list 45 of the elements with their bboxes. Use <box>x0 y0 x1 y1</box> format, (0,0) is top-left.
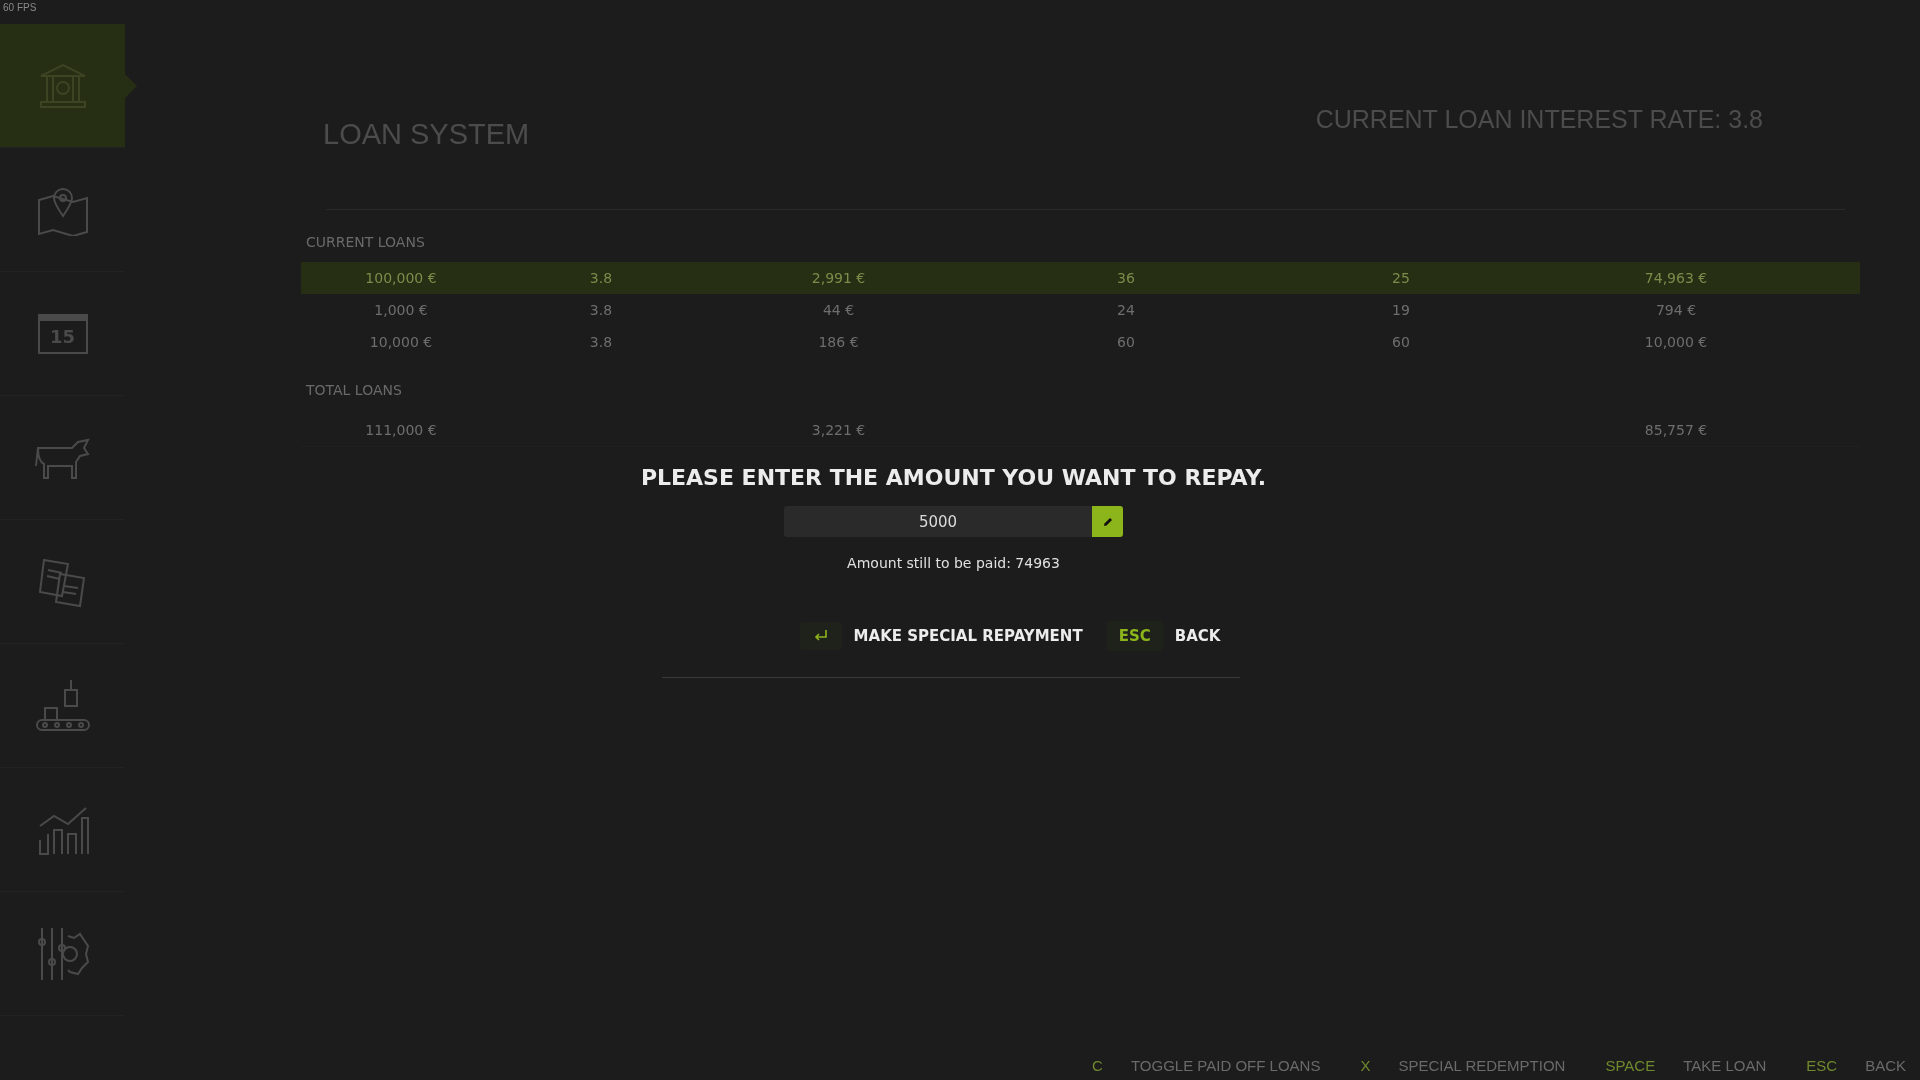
section-title: TOTAL LOANS <box>306 382 402 398</box>
dialog-action-button[interactable]: MAKE SPECIAL REPAYMENT <box>853 623 1083 649</box>
footer-action-button[interactable]: SPECIAL REDEMPTION <box>1398 1057 1566 1074</box>
table-cell: 794 € <box>1655 302 1697 318</box>
table-cell: 3.8 <box>589 334 613 350</box>
pencil-icon <box>1101 515 1114 528</box>
table-cell: 10,000 € <box>369 334 433 350</box>
table-cell: 74,963 € <box>1644 270 1708 286</box>
footer-action-button[interactable]: TOGGLE PAID OFF LOANS <box>1130 1057 1321 1074</box>
edit-button[interactable] <box>1092 506 1123 537</box>
section-title: CURRENT LOANS <box>306 234 425 250</box>
dialog-title: PLEASE ENTER THE AMOUNT YOU WANT TO REPAY. <box>640 465 1267 490</box>
key-hint: C <box>1092 1057 1103 1074</box>
table-cell: 3.8 <box>589 302 613 318</box>
key-hint: SPACE <box>1605 1057 1656 1074</box>
key-hint: ESC <box>1806 1057 1838 1074</box>
loan-row[interactable]: 100,000 € 3.8 2,991 € 36 25 74,963 € <box>301 262 1860 294</box>
key-badge: ESC <box>1106 621 1163 651</box>
table-cell: 111,000 € <box>365 422 437 438</box>
remaining-amount-text: Amount still to be paid: 74963 <box>847 555 1060 571</box>
key-hint: X <box>1360 1057 1371 1074</box>
table-cell: 36 <box>1117 270 1135 286</box>
loan-row[interactable]: 1,000 € 3.8 44 € 24 19 794 € <box>301 294 1860 326</box>
loan-row[interactable]: 10,000 € 3.8 186 € 60 60 10,000 € <box>301 326 1860 358</box>
dialog-action-button[interactable]: BACK <box>1174 623 1221 649</box>
table-cell: 24 <box>1117 302 1135 318</box>
table-cell: 19 <box>1392 302 1410 318</box>
table-cell: 60 <box>1392 334 1410 350</box>
sliders-gear-icon <box>35 925 90 982</box>
table-cell: 2,991 € <box>811 270 866 286</box>
table-cell: 85,757 € <box>1644 422 1708 438</box>
table-cell: 100,000 € <box>365 270 437 286</box>
table-cell: 1,000 € <box>374 302 428 318</box>
footer-action-button[interactable]: TAKE LOAN <box>1683 1057 1767 1074</box>
table-cell: 3.8 <box>589 270 613 286</box>
amount-field[interactable]: 5000 <box>784 506 1092 537</box>
table-cell: 44 € <box>822 302 855 318</box>
table-cell: 186 € <box>818 334 859 350</box>
table-cell: 10,000 € <box>1644 334 1708 350</box>
footer-action-button[interactable]: BACK <box>1865 1057 1906 1074</box>
fps-counter: 60 FPS <box>3 2 37 13</box>
table-cell: 25 <box>1392 270 1410 286</box>
conveyor-icon <box>34 677 91 734</box>
table-cell: 60 <box>1117 334 1135 350</box>
table-cell: 3,221 € <box>811 422 866 438</box>
